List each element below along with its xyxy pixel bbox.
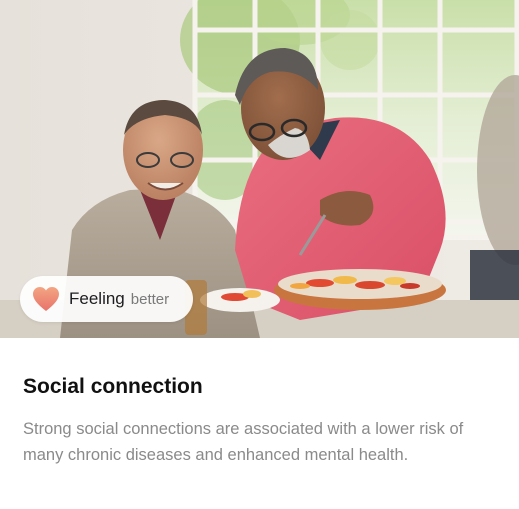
card-content: Social connection Strong social connecti… [23,372,503,468]
heart-icon [33,287,59,311]
feature-card[interactable]: Feeling better Social connection Strong … [0,0,519,509]
card-description: Strong social connections are associated… [23,420,464,464]
card-title: Social connection [23,375,203,398]
hero-photo: Feeling better [0,0,519,338]
badge-label: Feeling [69,289,125,308]
feeling-badge: Feeling better [20,276,193,322]
badge-sublabel: better [130,290,170,308]
